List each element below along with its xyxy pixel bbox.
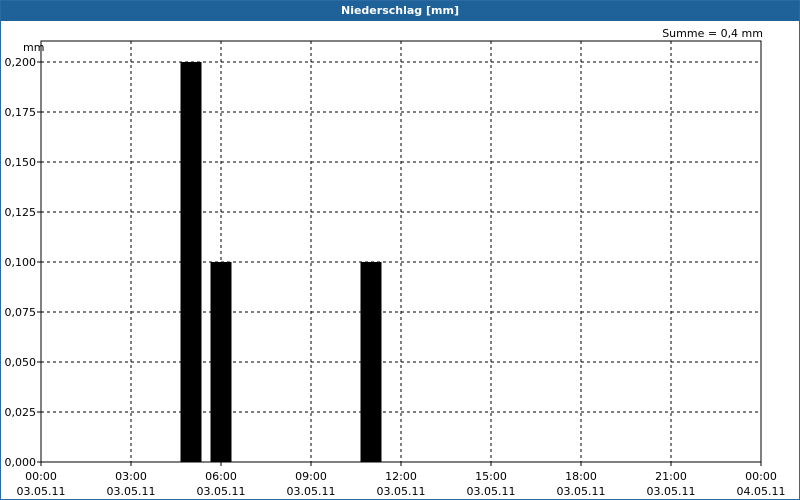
y-tick-label: 0,000 bbox=[5, 456, 37, 469]
chart-window: Niederschlag [mm] Summe = 0,4 mm mm 0,00… bbox=[0, 0, 800, 500]
y-axis: 0,000 0,025 0,050 0,075 0,100 0,125 0,150 0,175… bbox=[5, 56, 41, 469]
x-tick-time-label: 00:00 bbox=[745, 470, 777, 483]
y-tick-label: 0,050 bbox=[5, 356, 37, 369]
x-tick-time-label: 12:00 bbox=[385, 470, 417, 483]
precipitation-bar bbox=[210, 262, 232, 462]
x-tick-time-label: 15:00 bbox=[475, 470, 507, 483]
x-tick-date-label: 03.05.11 bbox=[377, 485, 426, 498]
x-tick-date-label: 03.05.11 bbox=[647, 485, 696, 498]
x-tick-time-label: 18:00 bbox=[565, 470, 597, 483]
chart-grid bbox=[41, 41, 761, 462]
x-tick-date-label: 03.05.11 bbox=[197, 485, 246, 498]
x-tick-date-label: 03.05.11 bbox=[467, 485, 516, 498]
x-tick-time-label: 21:00 bbox=[655, 470, 687, 483]
x-axis: 00:00 03.05.11 03:00 03.05.11 06:00 03.05.11 0… bbox=[17, 462, 786, 498]
x-tick-time-label: 03:00 bbox=[115, 470, 147, 483]
y-tick-label: 0,125 bbox=[5, 206, 37, 219]
x-tick-date-label: 03.05.11 bbox=[107, 485, 156, 498]
y-tick-label: 0,075 bbox=[5, 306, 37, 319]
y-tick-label: 0,200 bbox=[5, 56, 37, 69]
y-tick-label: 0,150 bbox=[5, 156, 37, 169]
y-tick-label: 0,100 bbox=[5, 256, 37, 269]
x-tick-date-label: 03.05.11 bbox=[17, 485, 66, 498]
x-tick-date-label: 04.05.11 bbox=[737, 485, 786, 498]
x-tick-time-label: 09:00 bbox=[295, 470, 327, 483]
precipitation-chart: mm 0,0000,0250,0500,0750,1000,1250,1500,… bbox=[5, 40, 786, 498]
x-tick-date-label: 03.05.11 bbox=[287, 485, 336, 498]
x-tick-date-label: 03.05.11 bbox=[557, 485, 606, 498]
x-tick-time-label: 00:00 bbox=[25, 470, 57, 483]
y-tick-label: 0,175 bbox=[5, 106, 37, 119]
precipitation-bar bbox=[180, 62, 202, 462]
x-tick-time-label: 06:00 bbox=[205, 470, 237, 483]
y-tick-label: 0,025 bbox=[5, 406, 37, 419]
precipitation-bar bbox=[360, 262, 382, 462]
